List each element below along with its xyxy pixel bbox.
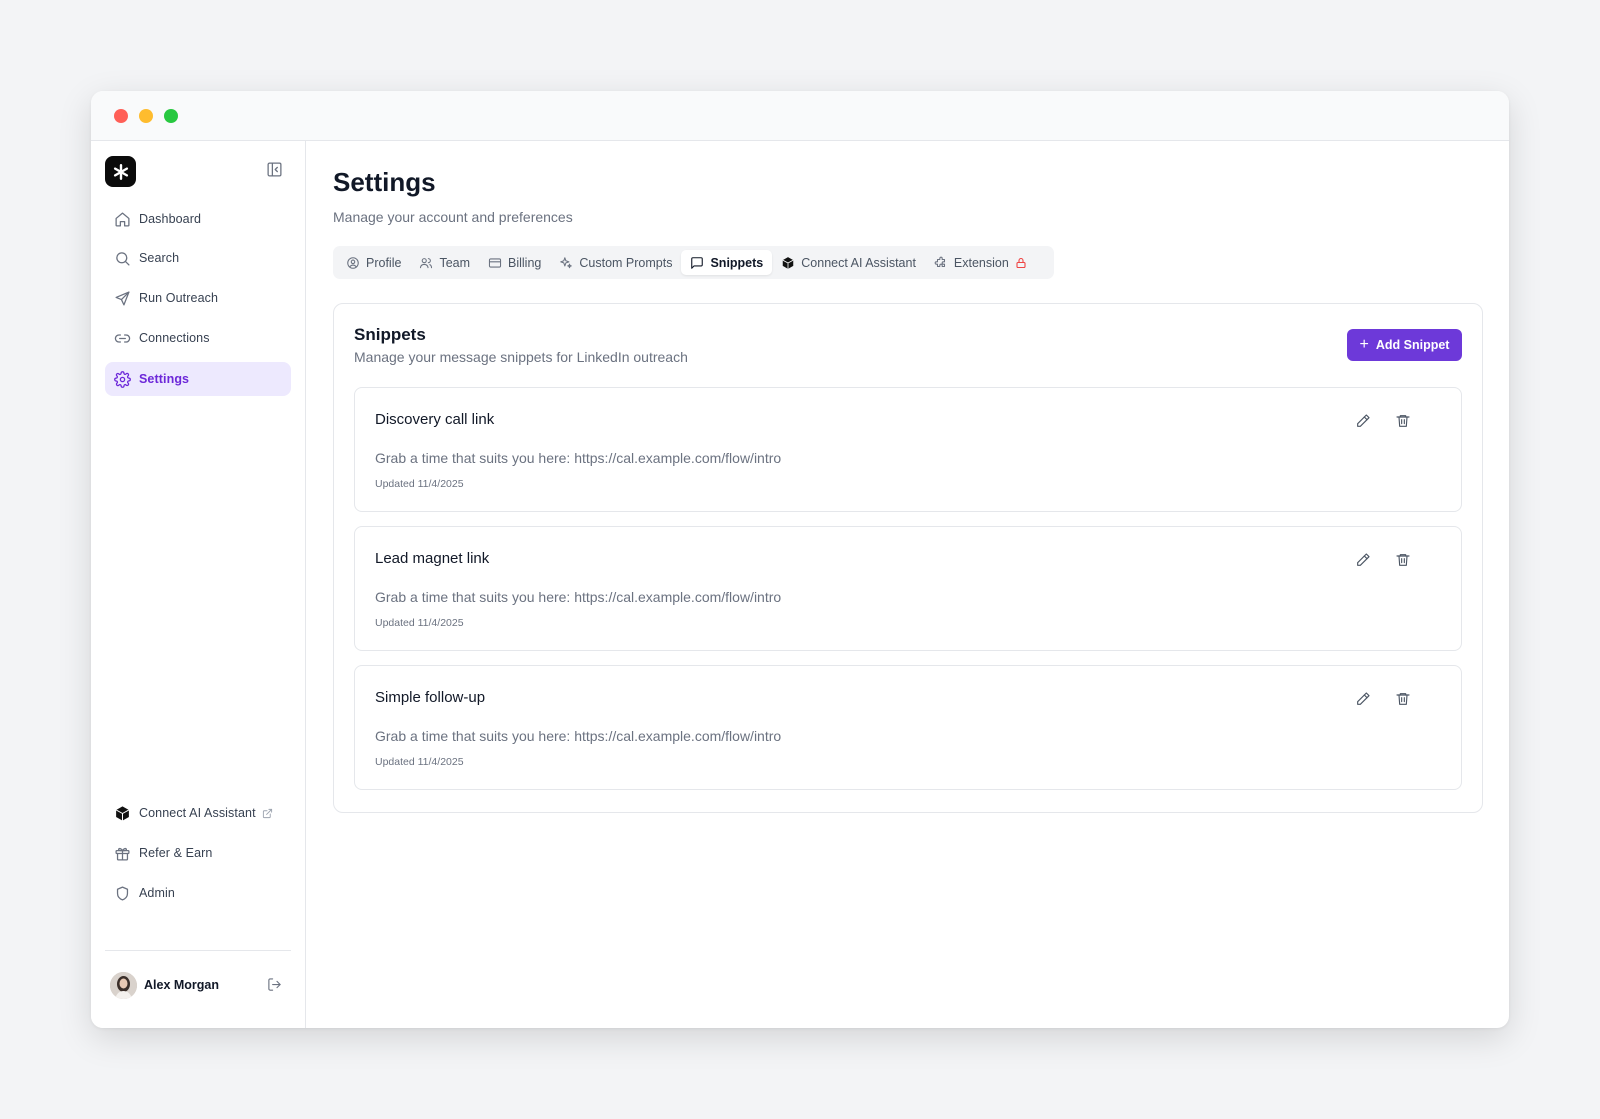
sparkles-icon <box>560 256 573 268</box>
sidebar-item-label: Search <box>139 251 180 265</box>
sidebar-item-dashboard[interactable]: Dashboard <box>105 202 291 236</box>
tab-profile[interactable]: Profile <box>337 250 410 275</box>
sidebar-item-search[interactable]: Search <box>105 241 291 275</box>
user-profile[interactable]: Alex Morgan <box>110 971 290 999</box>
sidebar-item-connect-ai-assistant[interactable]: Connect AI Assistant <box>105 796 291 830</box>
snippet-title: Discovery call link <box>375 411 495 428</box>
logout-button[interactable] <box>267 977 282 997</box>
user-name: Alex Morgan <box>144 978 220 992</box>
tab-label: Connect AI Assistant <box>801 255 916 270</box>
tab-connect-ai-assistant[interactable]: Connect AI Assistant <box>772 250 925 275</box>
snippet-updated: Updated 11/4/2025 <box>375 756 464 768</box>
tab-label: Extension <box>953 255 1009 270</box>
search-icon <box>115 251 130 266</box>
app-logo[interactable] <box>105 156 136 187</box>
sidebar-item-settings[interactable]: Settings <box>105 362 291 396</box>
pencil-icon <box>1357 553 1370 566</box>
delete-snippet-button[interactable] <box>1395 691 1413 709</box>
tab-custom-prompts[interactable]: Custom Prompts <box>550 250 681 275</box>
sidebar-item-label: Connections <box>139 331 210 345</box>
card-title: Snippets <box>354 325 426 344</box>
trash-icon <box>1396 554 1410 566</box>
sidebar-item-connections[interactable]: Connections <box>105 321 291 355</box>
shield-icon <box>116 885 128 901</box>
cube-icon <box>782 256 794 269</box>
settings-tabs: Profile Team Billing Custom Prompts Snip… <box>333 246 1054 279</box>
link-icon <box>114 333 130 343</box>
edit-snippet-button[interactable] <box>1355 552 1373 570</box>
snippet-body: Grab a time that suits you here: https:/… <box>375 450 782 466</box>
tab-label: Snippets <box>710 255 764 270</box>
tab-label: Billing <box>508 255 542 270</box>
tab-billing[interactable]: Billing <box>479 250 550 275</box>
tab-label: Team <box>439 255 471 270</box>
panel-left-icon <box>267 162 282 177</box>
sidebar-item-run-outreach[interactable]: Run Outreach <box>105 281 291 315</box>
snippet-updated: Updated 11/4/2025 <box>375 617 464 629</box>
trash-icon <box>1396 693 1410 705</box>
cube-icon <box>115 805 129 821</box>
snippet-item: Lead magnet link Grab a time that suits … <box>354 526 1462 651</box>
pencil-icon <box>1357 414 1370 427</box>
asterisk-logo-icon <box>113 163 128 180</box>
tab-snippets[interactable]: Snippets <box>681 250 773 275</box>
sidebar-item-label: Refer & Earn <box>139 846 213 860</box>
sidebar-item-admin[interactable]: Admin <box>105 876 291 910</box>
tab-team[interactable]: Team <box>410 250 479 275</box>
sidebar-item-refer-earn[interactable]: Refer & Earn <box>105 836 291 870</box>
delete-snippet-button[interactable] <box>1395 413 1413 431</box>
snippet-item: Simple follow-up Grab a time that suits … <box>354 665 1462 790</box>
add-snippet-button[interactable]: + Add Snippet <box>1347 329 1462 361</box>
sidebar: Dashboard Search Run Outreach Connection… <box>91 141 306 1028</box>
sidebar-item-label: Run Outreach <box>139 291 219 305</box>
main-content: Settings Manage your account and prefere… <box>307 141 1509 1028</box>
tab-label: Profile <box>366 255 402 270</box>
plus-icon: + <box>1359 336 1369 353</box>
sidebar-item-label: Settings <box>139 372 190 386</box>
edit-snippet-button[interactable] <box>1355 413 1373 431</box>
snippet-body: Grab a time that suits you here: https:/… <box>375 728 782 744</box>
close-window-button[interactable] <box>114 109 128 123</box>
gear-icon <box>113 370 131 388</box>
snippet-updated: Updated 11/4/2025 <box>375 478 464 490</box>
message-square-icon <box>691 256 704 269</box>
avatar[interactable] <box>110 971 137 999</box>
snippet-title: Lead magnet link <box>375 550 490 567</box>
sidebar-item-label: Dashboard <box>139 212 202 226</box>
credit-card-icon <box>488 257 502 268</box>
sidebar-divider <box>105 950 291 951</box>
app-window: Dashboard Search Run Outreach Connection… <box>91 91 1509 1028</box>
user-circle-icon <box>347 256 359 269</box>
sidebar-item-label: Admin <box>139 886 175 900</box>
log-out-icon <box>268 978 281 991</box>
puzzle-icon <box>934 256 945 267</box>
users-icon <box>420 257 433 268</box>
snippets-card: Snippets Manage your message snippets fo… <box>333 303 1483 813</box>
lock-icon <box>1016 257 1026 268</box>
gift-icon <box>114 847 130 861</box>
snippet-body: Grab a time that suits you here: https:/… <box>375 589 782 605</box>
snippet-title: Simple follow-up <box>375 689 486 706</box>
tab-label: Custom Prompts <box>579 255 673 270</box>
maximize-window-button[interactable] <box>164 109 178 123</box>
page-title: Settings <box>333 167 436 197</box>
title-bar <box>91 91 1509 141</box>
delete-snippet-button[interactable] <box>1395 552 1413 570</box>
send-icon <box>114 290 130 306</box>
external-link-icon <box>262 808 272 818</box>
snippet-item: Discovery call link Grab a time that sui… <box>354 387 1462 512</box>
pencil-icon <box>1357 692 1370 705</box>
sidebar-item-label: Connect AI Assistant <box>139 806 256 820</box>
tab-extension[interactable]: Extension <box>925 250 1036 275</box>
add-snippet-label: Add Snippet <box>1375 338 1450 352</box>
trash-icon <box>1396 415 1410 427</box>
edit-snippet-button[interactable] <box>1355 691 1373 709</box>
sidebar-collapse-button[interactable] <box>266 161 284 179</box>
minimize-window-button[interactable] <box>139 109 153 123</box>
page-subtitle: Manage your account and preferences <box>333 209 573 225</box>
home-icon <box>114 211 130 227</box>
card-subtitle: Manage your message snippets for LinkedI… <box>354 349 688 365</box>
